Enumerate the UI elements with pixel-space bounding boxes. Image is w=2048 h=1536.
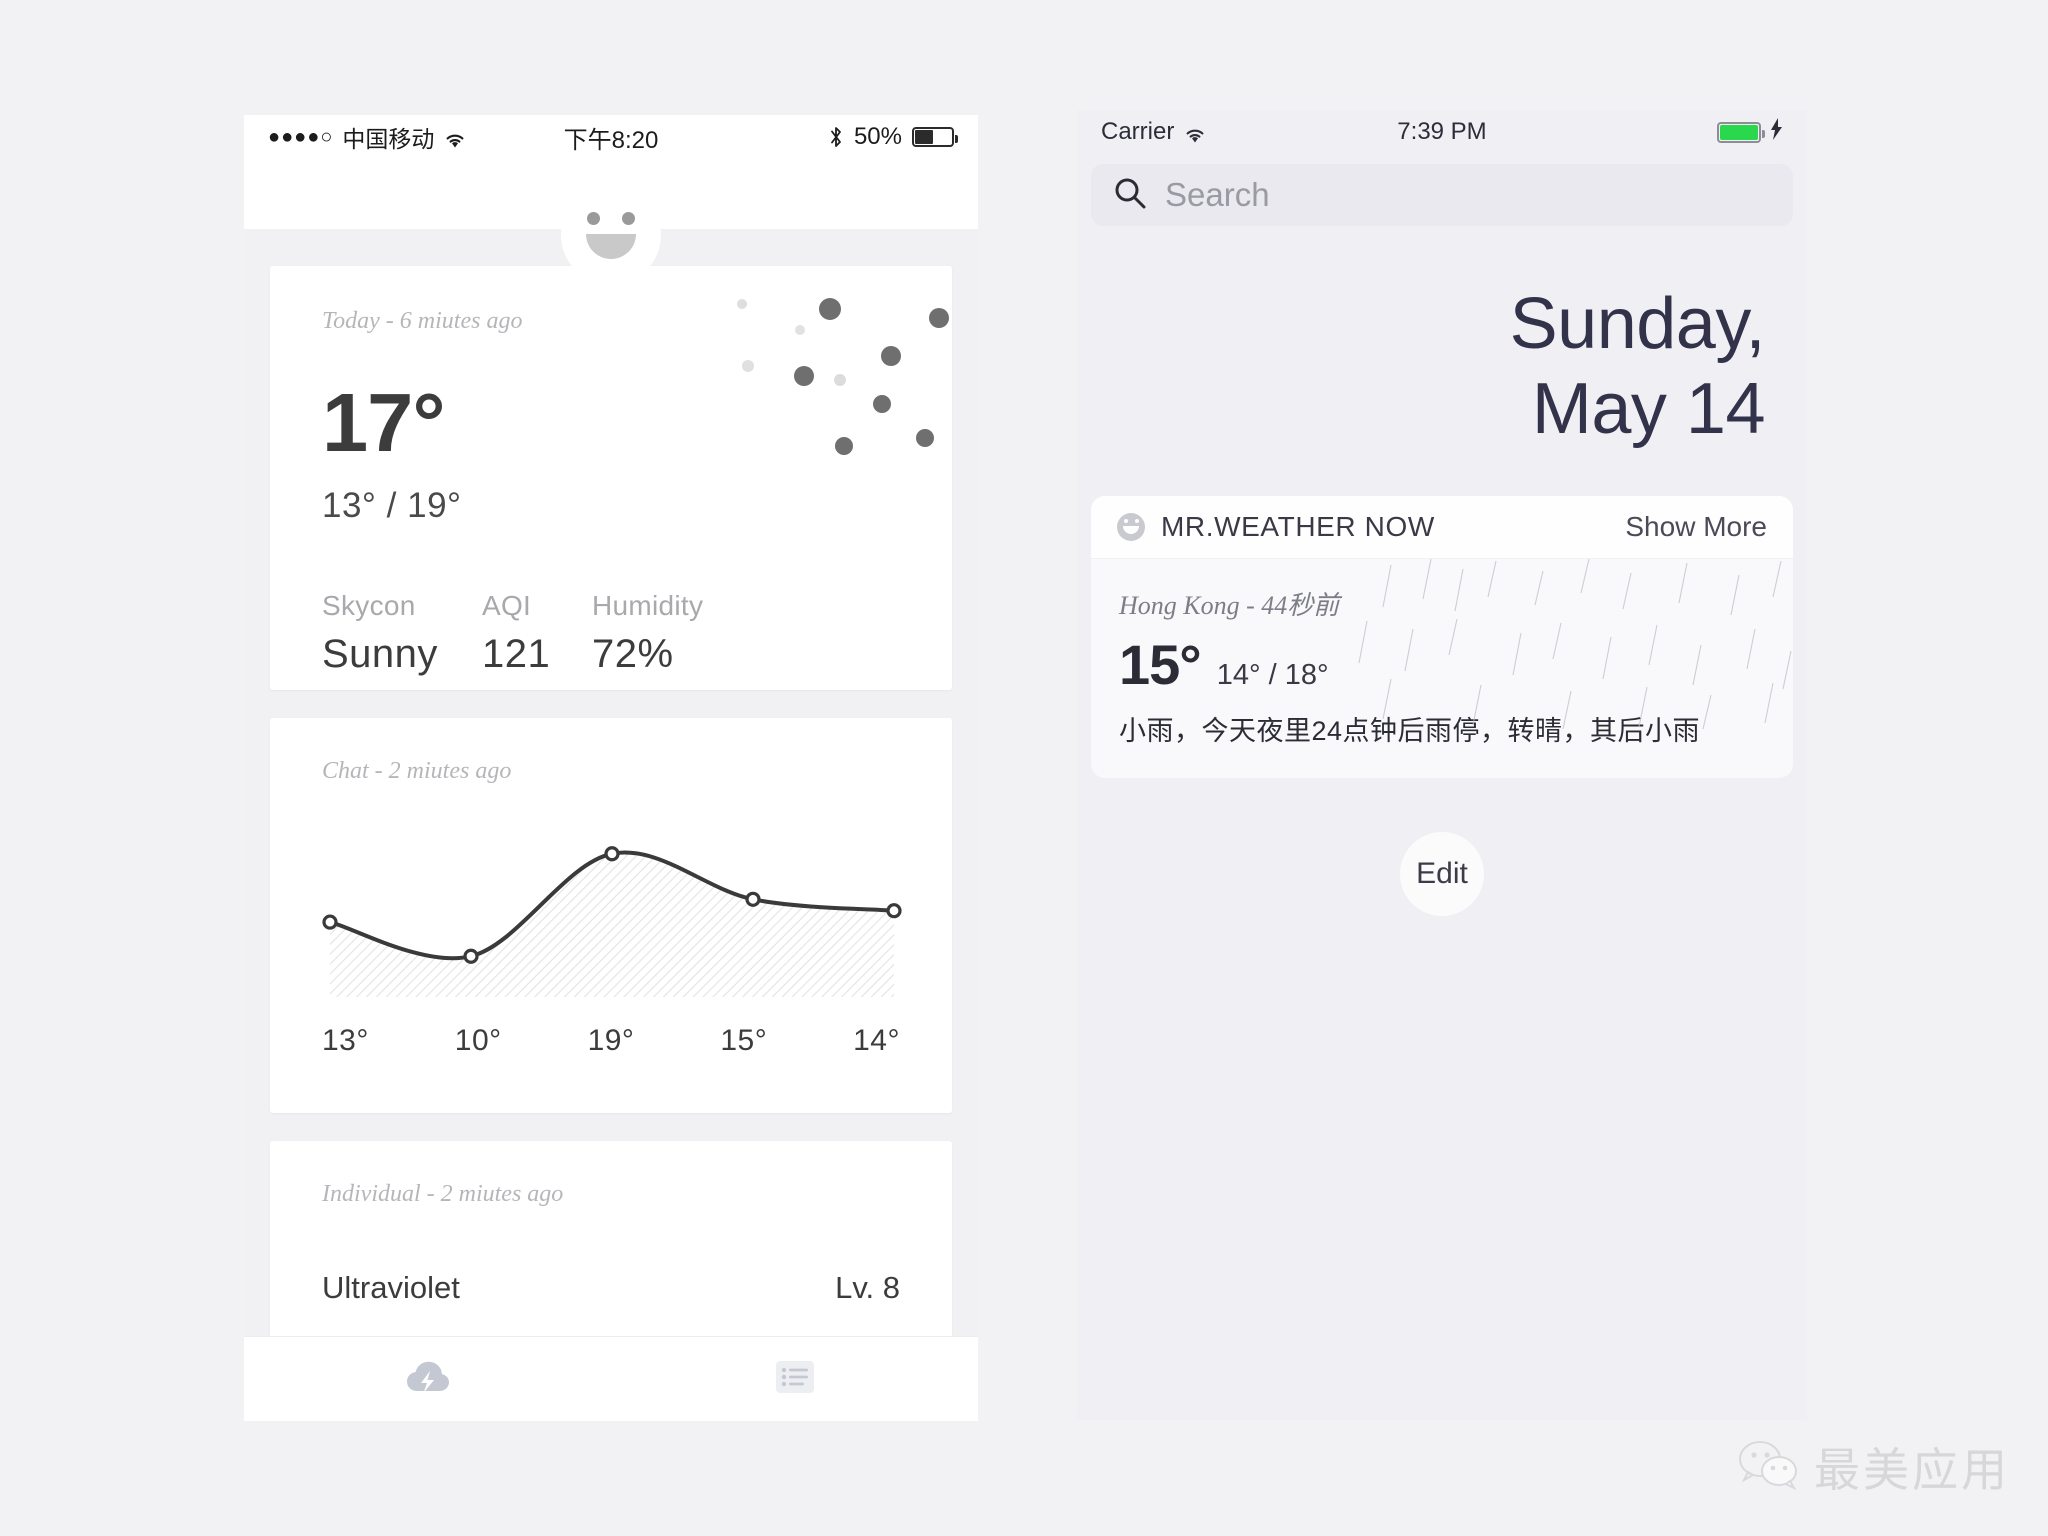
metric-label: Skycon <box>322 590 416 621</box>
widget-description: 小雨，今天夜里24点钟后雨停，转晴，其后小雨 <box>1119 715 1701 746</box>
ultraviolet-value: Lv. 8 <box>835 1270 900 1305</box>
list-icon <box>775 1360 814 1398</box>
phone-left: ●●●●○ 中国移动 下午8:20 50% Today - 6 miutes a… <box>244 115 978 1421</box>
widget-temperature: 15° <box>1119 632 1202 696</box>
chart-data-point <box>886 903 902 919</box>
cloud-lightning-icon <box>405 1358 451 1401</box>
tab-bar[interactable] <box>244 1336 978 1421</box>
watermark-text: 最美应用 <box>1814 1445 2010 1496</box>
search-icon <box>1113 176 1147 215</box>
temperature-line-chart <box>322 813 902 1018</box>
watermark: 最美应用 <box>1738 1434 2010 1500</box>
metric-humidity: Humidity 72% <box>592 590 703 677</box>
metric-label: Humidity <box>592 590 704 621</box>
chart-tick-labels: 13° 10° 19° 15° 14° <box>322 1024 900 1058</box>
phone-right: Carrier 7:39 PM Search Sunday, May 14 MR… <box>1077 110 1807 1420</box>
widget-temperature-row: 15° 14° / 18° <box>1119 632 1765 697</box>
edit-button-row: Edit <box>1077 831 1807 916</box>
current-temperature: 17° <box>322 376 446 469</box>
metric-value: Sunny <box>322 632 438 676</box>
edit-button[interactable]: Edit <box>1400 831 1484 916</box>
today-weather-card[interactable]: Today - 6 miutes ago 17° 13° / 19° Skyco… <box>270 266 952 690</box>
tab-list[interactable] <box>611 1337 978 1421</box>
smiley-face-icon <box>1117 512 1145 541</box>
ultraviolet-row: Ultraviolet Lv. 8 <box>322 1270 900 1306</box>
metric-value: 72% <box>592 632 674 676</box>
chart-tick-label: 13° <box>322 1024 369 1057</box>
widget-title: MR.WEATHER NOW <box>1161 510 1435 542</box>
smiley-eyes <box>587 211 635 225</box>
smiley-face-icon[interactable] <box>561 185 661 285</box>
weather-widget[interactable]: MR.WEATHER NOW Show More Hong Kong - 44秒… <box>1091 495 1793 778</box>
chart-data-point <box>745 891 761 907</box>
search-input[interactable]: Search <box>1165 176 1270 214</box>
chart-tick-label: 19° <box>587 1024 635 1057</box>
charging-bolt-icon <box>1771 117 1783 147</box>
battery-icon <box>912 127 958 147</box>
tab-weather[interactable] <box>244 1337 611 1421</box>
chat-chart-card[interactable]: Chat - 2 miutes ago 13° 10° 19° 15° 14° <box>270 718 952 1113</box>
show-more-button[interactable]: Show More <box>1625 511 1767 543</box>
search-bar[interactable]: Search <box>1091 164 1793 226</box>
status-right-group <box>1717 117 1783 147</box>
right-status-bar: Carrier 7:39 PM <box>1077 110 1807 154</box>
card-meta: Chat - 2 miutes ago <box>322 758 512 784</box>
card-meta: Today - 6 miutes ago <box>322 308 523 334</box>
widget-body: Hong Kong - 44秒前 15° 14° / 18° 小雨，今天夜里24… <box>1091 558 1793 778</box>
chart-data-point <box>322 914 338 930</box>
left-scroll-body[interactable]: Today - 6 miutes ago 17° 13° / 19° Skyco… <box>244 266 978 1391</box>
chart-tick-label: 15° <box>720 1024 768 1057</box>
high-low-temperature: 13° / 19° <box>322 486 462 525</box>
status-right-group: 50% <box>828 123 958 151</box>
metric-value: 121 <box>482 632 551 676</box>
chart-data-point <box>463 948 479 964</box>
clock-label: 7:39 PM <box>1397 118 1487 145</box>
smiley-mouth <box>586 233 636 259</box>
left-status-bar: ●●●●○ 中国移动 下午8:20 50% <box>244 115 978 159</box>
left-header <box>244 159 978 285</box>
widget-header: MR.WEATHER NOW Show More <box>1091 495 1793 559</box>
card-meta: Individual - 2 miutes ago <box>322 1181 564 1207</box>
date-heading: Sunday, May 14 <box>1077 226 1807 452</box>
chart-data-point <box>604 846 620 862</box>
widget-location-meta: Hong Kong - 44秒前 <box>1119 590 1340 620</box>
chart-tick-label: 10° <box>454 1024 502 1057</box>
metric-label: AQI <box>482 590 532 621</box>
bluetooth-icon <box>828 125 844 149</box>
metrics-row: Skycon Sunny AQI 121 Humidity 72% <box>322 590 900 677</box>
metric-skycon: Skycon Sunny <box>322 590 482 677</box>
date-monthday: May 14 <box>1531 368 1766 449</box>
chart-svg <box>322 846 902 997</box>
battery-charging-icon <box>1717 121 1765 143</box>
chart-tick-label: 14° <box>853 1024 900 1057</box>
widget-high-low: 14° / 18° <box>1216 658 1329 691</box>
wechat-icon <box>1738 1439 1800 1496</box>
metric-aqi: AQI 121 <box>482 590 592 677</box>
ultraviolet-label: Ultraviolet <box>322 1270 460 1305</box>
battery-percent-label: 50% <box>853 123 902 150</box>
date-weekday: Sunday, <box>1509 284 1766 364</box>
